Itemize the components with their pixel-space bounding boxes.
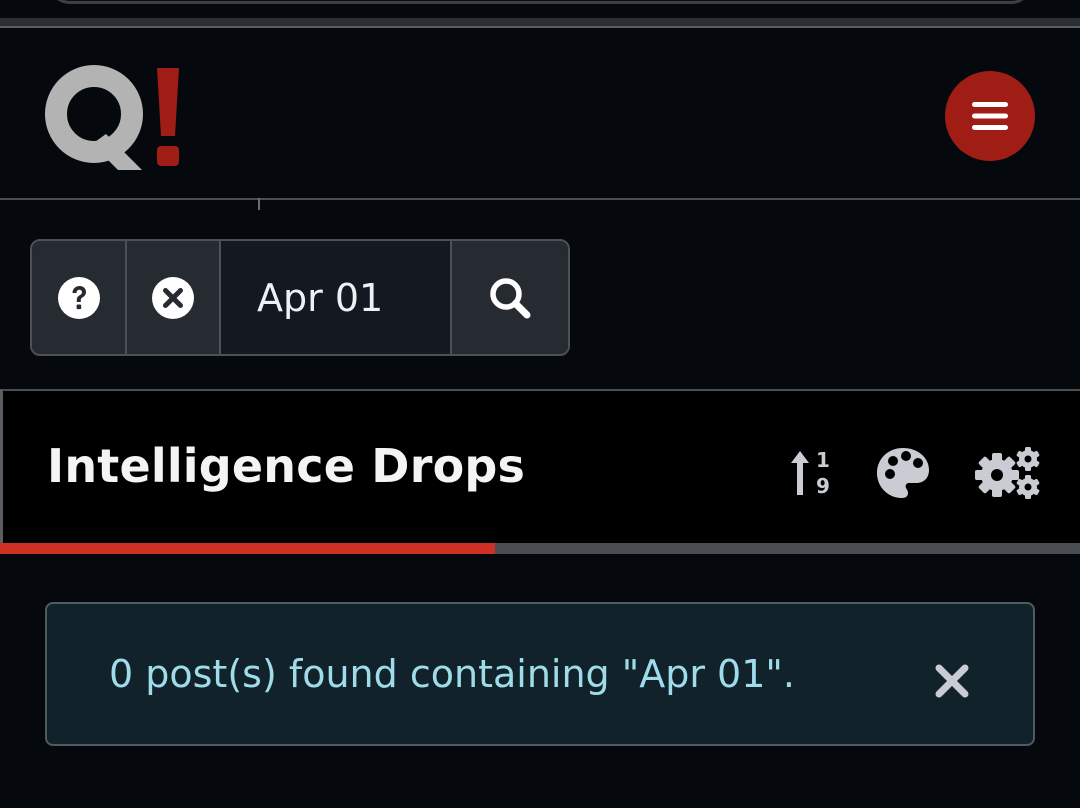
palette-button[interactable] xyxy=(875,443,931,503)
svg-text:9: 9 xyxy=(816,474,830,498)
hamburger-icon xyxy=(972,102,1008,130)
site-logo[interactable] xyxy=(44,64,194,174)
close-icon xyxy=(935,664,969,698)
times-circle-icon xyxy=(152,276,194,319)
logo-icon xyxy=(45,65,179,170)
progress-fill xyxy=(0,543,495,554)
alert-close-button[interactable] xyxy=(927,656,977,706)
search-result-alert: 0 post(s) found containing "Apr 01". xyxy=(45,602,1035,746)
sort-button[interactable]: 1 9 xyxy=(786,443,838,503)
progress-bar xyxy=(0,543,1080,554)
site-header xyxy=(0,28,1080,200)
search-button[interactable] xyxy=(452,241,568,354)
menu-button[interactable] xyxy=(945,71,1035,161)
palette-icon xyxy=(877,448,929,498)
cogs-icon xyxy=(975,447,1040,499)
address-bar-remnant xyxy=(48,0,1033,4)
page: Intelligence Drops 1 9 xyxy=(0,0,1080,808)
search-icon xyxy=(490,277,531,318)
browser-bar-remnant xyxy=(0,0,1080,30)
divider-tick xyxy=(258,198,260,210)
svg-text:1: 1 xyxy=(816,448,830,472)
alert-message: 0 post(s) found containing "Apr 01". xyxy=(109,652,795,696)
intelligence-drops-panel: Intelligence Drops 1 9 xyxy=(0,389,1080,554)
panel-title: Intelligence Drops xyxy=(47,439,526,493)
search-bar xyxy=(30,239,570,356)
settings-button[interactable] xyxy=(973,443,1043,503)
help-button[interactable] xyxy=(32,241,127,354)
search-input[interactable] xyxy=(221,241,452,354)
question-circle-icon xyxy=(57,276,100,319)
top-divider xyxy=(0,18,1080,28)
sort-numeric-up-icon: 1 9 xyxy=(791,448,830,498)
clear-search-button[interactable] xyxy=(127,241,221,354)
